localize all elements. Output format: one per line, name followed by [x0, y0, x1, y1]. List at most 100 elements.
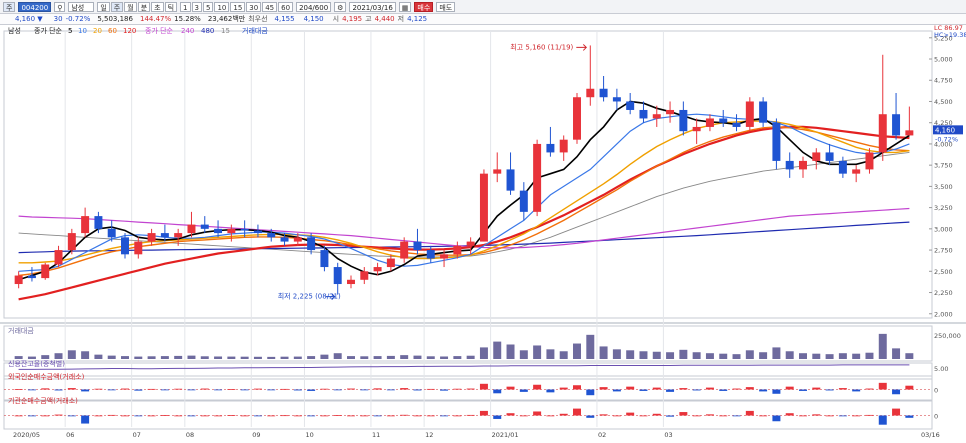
- institution-net-bar: [453, 415, 462, 417]
- candle-body: [719, 118, 728, 123]
- amount-bar: [838, 353, 847, 359]
- y-tick-label: 4,500: [934, 98, 953, 106]
- amount-bar: [719, 353, 728, 359]
- bar-count-field[interactable]: 204/600: [296, 1, 332, 12]
- institution-net-bar: [267, 415, 276, 417]
- last-change-label: -0.72%: [935, 135, 958, 143]
- y-tick-label: 2,500: [934, 268, 953, 276]
- trading-amount-title: 거래대금: [8, 326, 34, 335]
- stock-name-field: 남성: [68, 1, 95, 12]
- candle-body: [479, 173, 488, 242]
- period-button-1[interactable]: 주: [110, 1, 124, 12]
- legend-stock-name: 남성: [8, 26, 21, 35]
- low-label: 저: [397, 15, 405, 23]
- candle-body: [599, 88, 608, 98]
- amount-bar: [121, 356, 129, 359]
- candle-body: [652, 114, 661, 119]
- candle-body: [772, 122, 781, 161]
- candle-body: [307, 237, 316, 251]
- institution-net-bar: [81, 415, 90, 424]
- stock-chart[interactable]: 2020/05 06 07 08 09 10 11 12 2021/01 02 03 03/16 2,0…: [0, 25, 966, 443]
- foreign-net-bar: [293, 389, 302, 391]
- interval-button-1[interactable]: 3: [191, 1, 202, 12]
- institution-net-bar: [838, 415, 847, 417]
- legend-amount-label: 거래대금: [242, 26, 268, 35]
- candle-body: [54, 250, 63, 265]
- institution-net-bar: [652, 413, 661, 416]
- candle-body: [267, 233, 276, 238]
- price-change: 30: [53, 15, 63, 23]
- institution-net-bar: [386, 415, 395, 417]
- institution-net-bar: [799, 415, 807, 417]
- interval-button-6[interactable]: 45: [262, 1, 278, 12]
- candle-body: [878, 114, 887, 153]
- foreign-net-bar: [652, 387, 661, 390]
- foreign-net-bar: [121, 388, 129, 390]
- amount-bar: [692, 352, 701, 359]
- candle-body: [160, 233, 169, 238]
- period-button-4[interactable]: 초: [151, 1, 164, 12]
- legend-ma-period: 120: [123, 27, 136, 35]
- foreign-net-bar: [666, 389, 675, 392]
- amount-bar: [772, 347, 781, 359]
- open-label: 시: [332, 15, 340, 23]
- period-button-3[interactable]: 분: [137, 1, 151, 12]
- amount-bar: [187, 355, 196, 359]
- interval-button-2[interactable]: 5: [202, 1, 214, 12]
- institution-net-bar: [586, 415, 595, 418]
- candle-body: [626, 101, 635, 110]
- candle-body: [67, 233, 76, 251]
- interval-button-5[interactable]: 30: [246, 1, 262, 12]
- amount-bar: [307, 356, 316, 359]
- chart-type-select[interactable]: 주: [3, 1, 16, 12]
- right-label-hc: HC>19.38: [934, 31, 966, 39]
- foreign-net-bar: [745, 387, 754, 390]
- amount-bar: [679, 349, 688, 359]
- period-button-0[interactable]: 일: [97, 1, 110, 12]
- interval-button-3[interactable]: 10: [214, 1, 230, 12]
- institution-net-bar: [14, 415, 23, 417]
- date-field[interactable]: 2021/03/16: [349, 1, 396, 12]
- amount-bar: [200, 356, 209, 359]
- x-tick-label: 09: [252, 431, 260, 439]
- volume-ratio: 15.28%: [174, 15, 201, 23]
- institution-net-bar: [333, 415, 342, 416]
- search-icon[interactable]: ⚲: [54, 1, 66, 12]
- foreign-net-bar: [267, 389, 276, 391]
- institution-net-bar: [121, 415, 129, 417]
- institution-net-bar: [785, 413, 794, 416]
- institution-net-bar: [878, 415, 887, 425]
- candle-body: [892, 114, 901, 136]
- candle-body: [519, 190, 528, 212]
- period-button-2[interactable]: 월: [124, 1, 137, 12]
- institution-net-bar: [187, 415, 196, 417]
- institution-net-bar: [519, 415, 528, 417]
- interval-button-4[interactable]: 15: [230, 1, 246, 12]
- interval-buttons: 1 3 5 10 15 30 45 60: [180, 1, 294, 12]
- foreign-net-bar: [400, 388, 409, 390]
- institution-net-bar: [732, 415, 741, 417]
- credit-title: 신용잔고율(증척별): [8, 359, 65, 368]
- institution-net-bar: [493, 415, 502, 419]
- candle-body: [240, 228, 249, 231]
- stock-code-input[interactable]: 004200: [18, 1, 52, 12]
- foreign-net-bar: [519, 389, 528, 392]
- foreign-net-bar: [466, 388, 475, 390]
- institution-net-bar: [134, 415, 143, 417]
- buy-button[interactable]: 매수: [414, 1, 434, 12]
- sell-button[interactable]: 매도: [436, 1, 456, 12]
- interval-button-7[interactable]: 60: [278, 1, 294, 12]
- period-button-5[interactable]: 틱: [164, 1, 178, 12]
- amount-bar: [426, 356, 435, 359]
- candle-body: [147, 233, 156, 242]
- y-tick-label: 5,000: [934, 56, 953, 64]
- y-tick-label: 3,750: [934, 162, 953, 170]
- gear-icon[interactable]: ⚙: [334, 1, 347, 12]
- candle-body: [27, 275, 36, 279]
- price-change-rate: -0.72%: [65, 15, 91, 23]
- interval-button-0[interactable]: 1: [180, 1, 191, 12]
- candle-body: [187, 224, 196, 234]
- institution-net-bar: [67, 415, 76, 417]
- calendar-icon[interactable]: ▦: [398, 1, 412, 12]
- institution-net-bar: [719, 415, 728, 417]
